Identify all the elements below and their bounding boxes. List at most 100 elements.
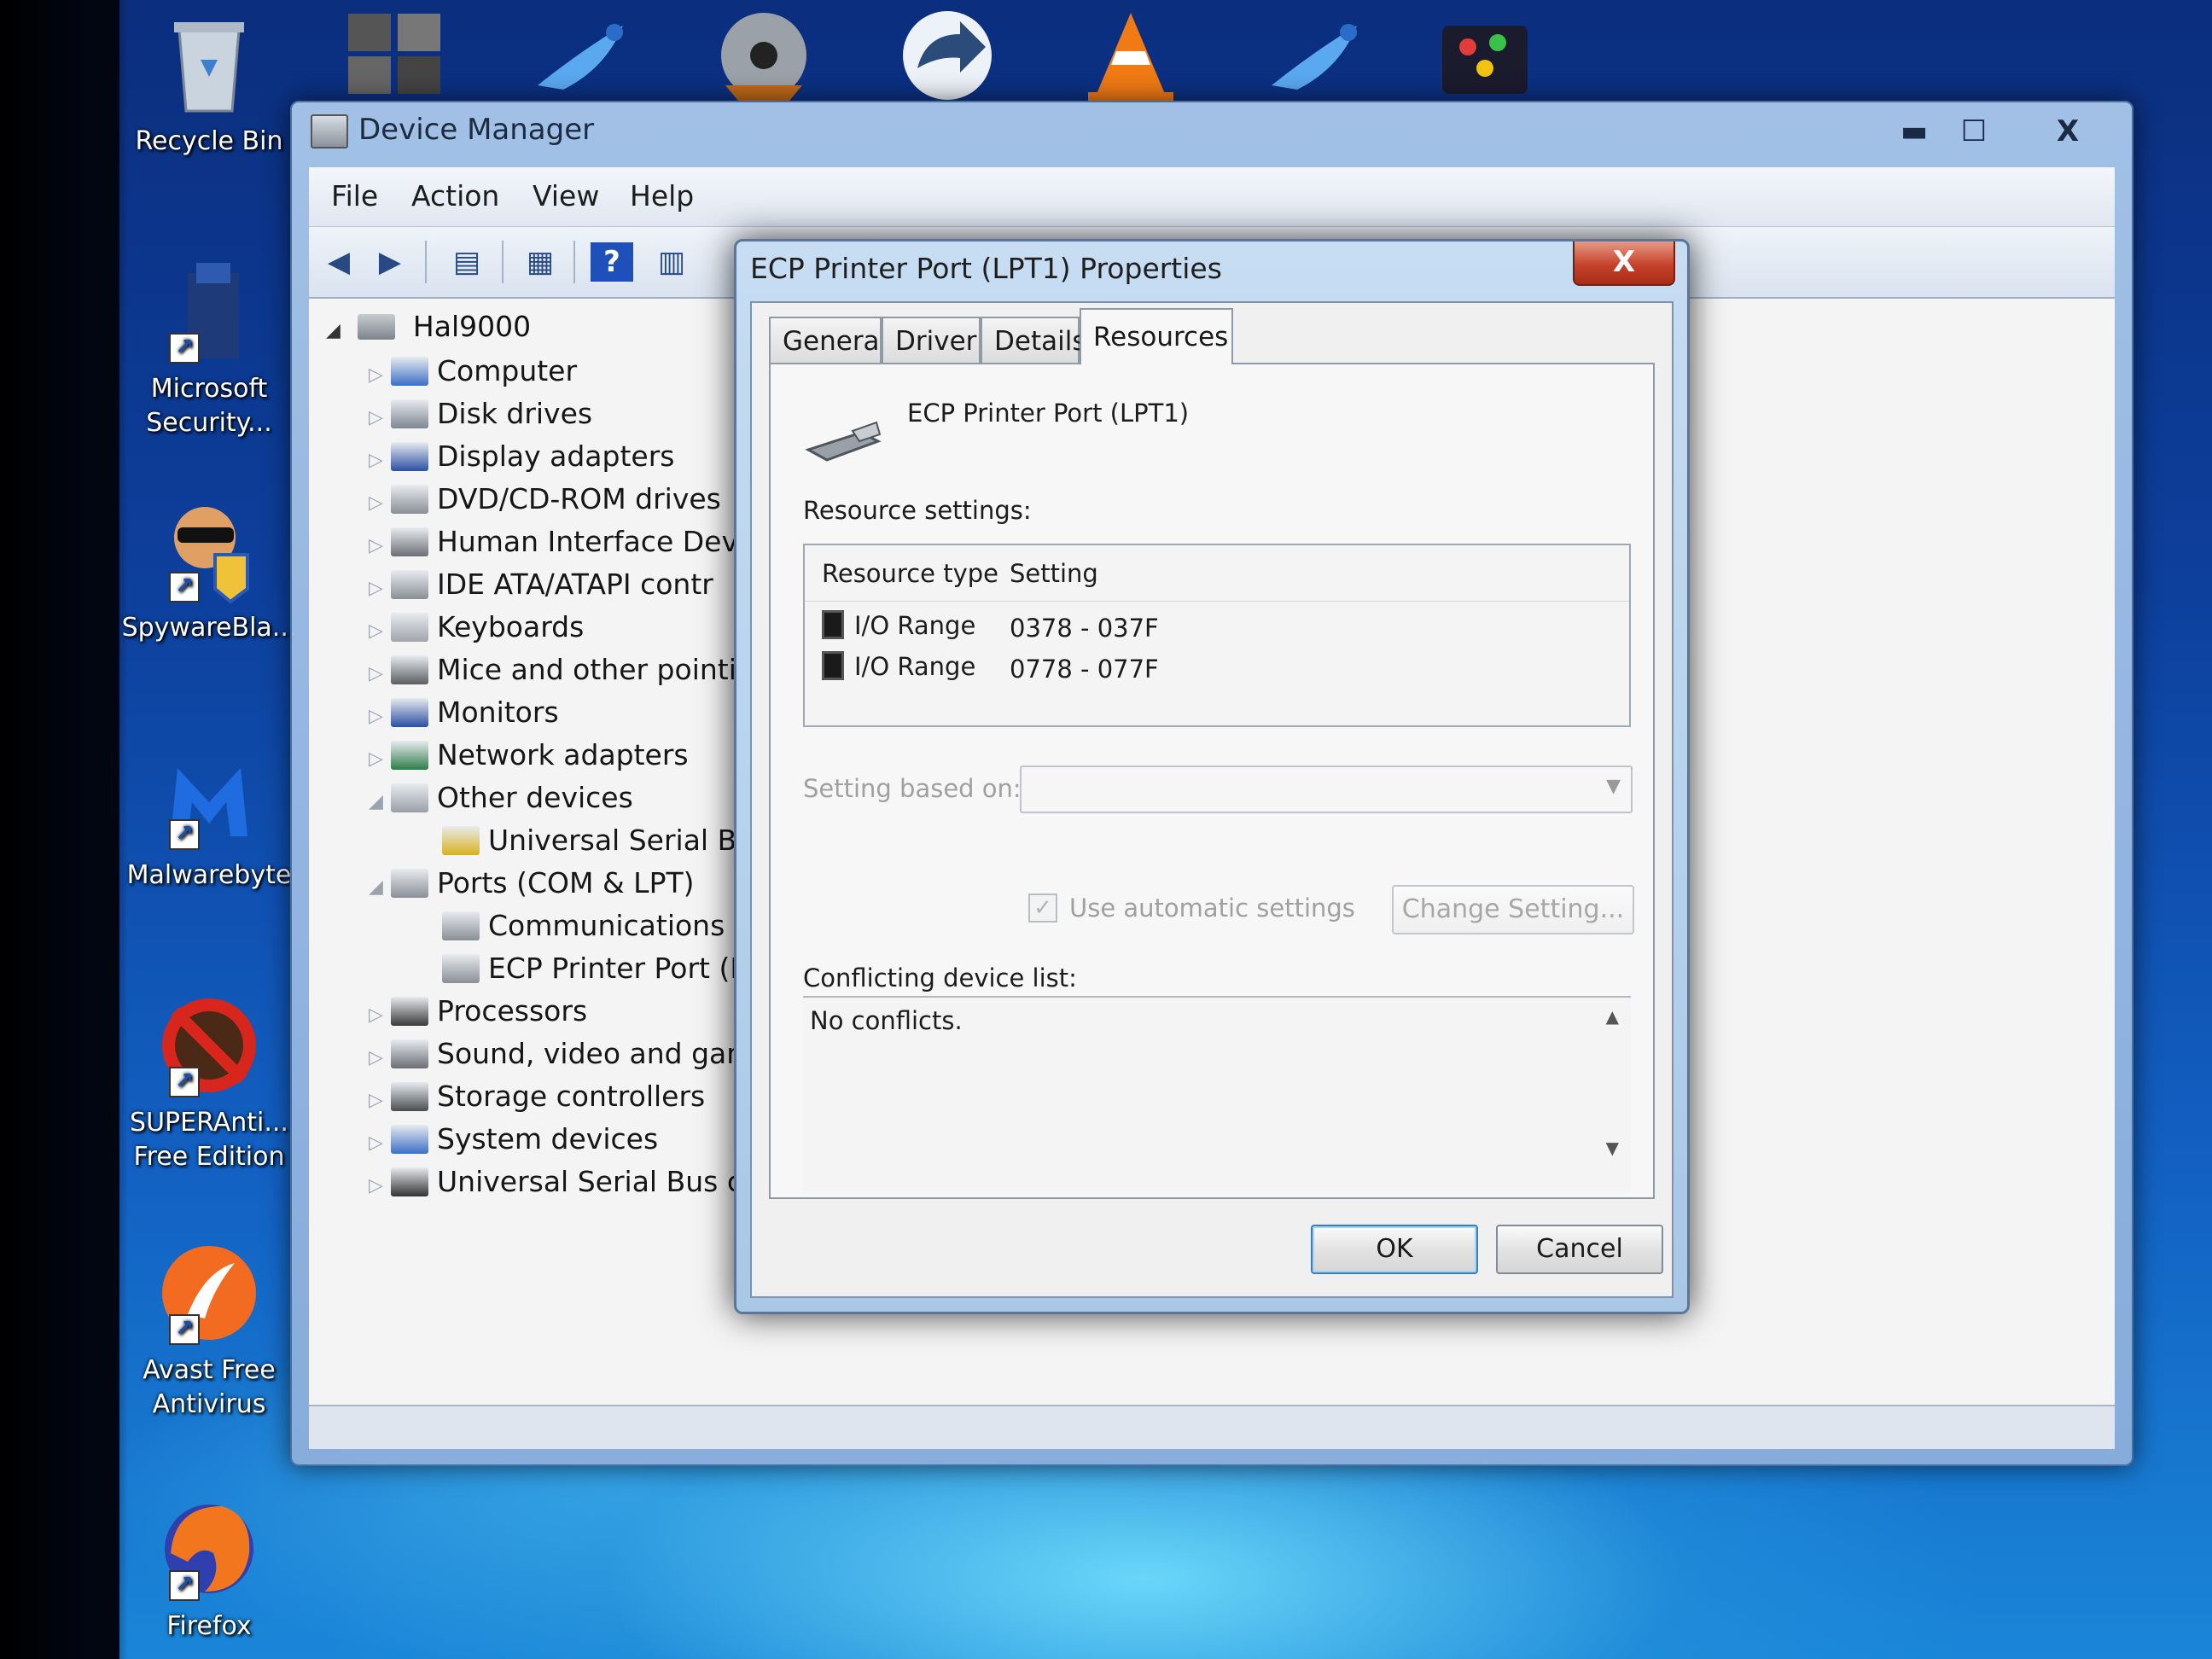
firefox-label: Firefox bbox=[166, 1611, 252, 1641]
tree-item[interactable]: ▷ Processors bbox=[369, 990, 587, 1033]
tab-general[interactable]: General bbox=[769, 317, 887, 363]
expand-icon[interactable]: ▷ bbox=[369, 1122, 391, 1165]
tree-item[interactable]: ▷ Computer bbox=[369, 350, 577, 393]
expand-icon[interactable]: ▷ bbox=[369, 610, 391, 653]
change-setting-button[interactable]: Change Setting... bbox=[1392, 885, 1634, 934]
desktop-icon-avast[interactable]: ↗ Avast Free Antivirus bbox=[119, 1237, 299, 1422]
toolbar-separator bbox=[573, 241, 575, 283]
resource-settings-list[interactable]: Resource type Setting I/O Range 0378 - 0… bbox=[803, 544, 1631, 727]
expand-icon[interactable]: ▷ bbox=[369, 1080, 391, 1122]
tree-item[interactable]: ▷ Disk drives bbox=[369, 393, 592, 435]
action-pane-icon[interactable]: ▥ bbox=[650, 242, 693, 282]
expand-icon[interactable]: ▷ bbox=[369, 738, 391, 781]
close-button[interactable]: X bbox=[2038, 113, 2098, 150]
resource-row[interactable]: I/O Range bbox=[822, 610, 975, 640]
expand-icon[interactable]: ▷ bbox=[369, 994, 391, 1037]
tree-item-label: Human Interface Devi bbox=[437, 525, 747, 558]
desktop-icon-firefox[interactable]: ↗ Firefox bbox=[119, 1493, 299, 1644]
tree-item-label: Keyboards bbox=[437, 610, 585, 643]
toolbar-separator bbox=[502, 241, 504, 283]
desktop-icon-microsoft-security[interactable]: ↗ Microsoft Security... bbox=[119, 256, 299, 440]
tree-item[interactable]: ▷ DVD/CD-ROM drives bbox=[369, 478, 721, 521]
tree-item[interactable]: ▷ Display adapters bbox=[369, 435, 674, 478]
tree-item[interactable]: ◢ Other devices bbox=[369, 777, 633, 819]
menu-action[interactable]: Action bbox=[411, 179, 499, 212]
shortcut-arrow-icon: ↗ bbox=[169, 572, 200, 602]
menu-help[interactable]: Help bbox=[630, 179, 694, 212]
computer-icon bbox=[391, 357, 428, 386]
display-adapter-icon bbox=[391, 442, 428, 471]
expand-icon[interactable]: ▷ bbox=[369, 439, 391, 482]
recycle-bin-label: Recycle Bin bbox=[135, 126, 283, 156]
shortcut-arrow-icon: ↗ bbox=[169, 819, 200, 850]
scroll-down-icon[interactable]: ▼ bbox=[1606, 1138, 1619, 1158]
tree-item-label: DVD/CD-ROM drives bbox=[437, 482, 721, 515]
tree-item[interactable]: ▷ IDE ATA/ATAPI contr bbox=[369, 563, 713, 606]
tree-item[interactable]: ▷ Monitors bbox=[369, 691, 559, 734]
tree-item[interactable]: ▷ Keyboards bbox=[369, 606, 584, 649]
setting-based-on-select[interactable]: ▼ bbox=[1020, 765, 1633, 813]
expand-icon[interactable]: ▷ bbox=[369, 482, 391, 525]
expand-icon[interactable]: ▷ bbox=[369, 696, 391, 738]
shortcut-arrow-icon: ↗ bbox=[169, 1314, 200, 1345]
collapse-icon[interactable]: ◢ bbox=[369, 781, 391, 824]
tree-item[interactable]: Communications bbox=[420, 905, 725, 947]
collapse-icon[interactable]: ◢ bbox=[369, 866, 391, 909]
desktop-icon-malwarebytes[interactable]: ↗ Malwarebyte bbox=[119, 742, 299, 893]
expand-icon[interactable]: ▷ bbox=[369, 354, 391, 397]
minimize-button[interactable]: ▬ bbox=[1884, 113, 1944, 150]
tree-item[interactable]: Universal Serial Bu bbox=[420, 819, 754, 862]
expand-icon[interactable]: ▷ bbox=[369, 653, 391, 696]
superantispyware-icon: ↗ bbox=[154, 990, 265, 1101]
menu-view[interactable]: View bbox=[533, 179, 599, 212]
resource-row[interactable]: I/O Range bbox=[822, 651, 975, 681]
malwarebytes-icon: ↗ bbox=[154, 742, 265, 853]
tab-details[interactable]: Details bbox=[981, 317, 1086, 363]
expand-icon[interactable]: ▷ bbox=[369, 1165, 391, 1208]
desktop-icon-recycle-bin[interactable]: Recycle Bin bbox=[119, 9, 299, 159]
back-arrow-icon[interactable]: ◀ bbox=[317, 242, 360, 282]
dialog-content: General Driver Details Resources ECP Pri… bbox=[750, 301, 1674, 1298]
menu-file[interactable]: File bbox=[331, 179, 378, 212]
conflicting-device-list[interactable]: No conflicts. ▲ ▼ bbox=[803, 996, 1631, 1192]
cancel-button[interactable]: Cancel bbox=[1496, 1225, 1663, 1274]
tree-item[interactable]: ▷ Universal Serial Bus cc bbox=[369, 1161, 758, 1203]
column-setting[interactable]: Setting bbox=[1010, 559, 1098, 588]
tab-driver[interactable]: Driver bbox=[882, 317, 981, 363]
expand-icon[interactable]: ▷ bbox=[369, 1037, 391, 1080]
help-icon[interactable]: ? bbox=[591, 242, 633, 282]
forward-arrow-icon[interactable]: ▶ bbox=[369, 242, 411, 282]
tree-item[interactable]: ECP Printer Port (L bbox=[420, 947, 746, 990]
show-hide-tree-icon[interactable]: ▤ bbox=[445, 242, 488, 282]
tree-item[interactable]: ◢ Ports (COM & LPT) bbox=[369, 862, 695, 905]
dvd-drive-icon bbox=[391, 485, 428, 514]
tree-item[interactable]: ▷ Human Interface Devi bbox=[369, 521, 746, 563]
tree-item[interactable]: ▷ System devices bbox=[369, 1118, 658, 1161]
desktop-icon-spywareblaster[interactable]: ↗ SpywareBla... bbox=[119, 495, 299, 645]
tree-item[interactable]: ▷ Sound, video and gan bbox=[369, 1033, 744, 1075]
microsoft-security-icon: ↗ bbox=[154, 256, 265, 367]
use-automatic-settings-checkbox[interactable]: ✓ bbox=[1028, 894, 1057, 923]
device-manager-titlebar[interactable]: Device Manager ▬ ☐ X bbox=[292, 102, 2132, 171]
ok-button[interactable]: OK bbox=[1311, 1225, 1478, 1274]
properties-icon[interactable]: ▦ bbox=[519, 242, 562, 282]
tree-item[interactable]: ▷ Storage controllers bbox=[369, 1075, 705, 1118]
mouse-icon bbox=[391, 655, 428, 684]
tree-root[interactable]: ◢ Hal9000 bbox=[326, 307, 531, 346]
shortcut-arrow-icon: ↗ bbox=[169, 1570, 200, 1601]
processor-icon bbox=[391, 997, 428, 1026]
maximize-button[interactable]: ☐ bbox=[1944, 113, 2004, 150]
scroll-up-icon[interactable]: ▲ bbox=[1606, 1006, 1619, 1027]
column-resource-type[interactable]: Resource type bbox=[822, 559, 998, 588]
tree-item-label: Mice and other pointi bbox=[437, 653, 736, 686]
tab-resources[interactable]: Resources bbox=[1080, 308, 1233, 364]
dialog-close-button[interactable]: X bbox=[1573, 242, 1675, 286]
expand-icon[interactable]: ▷ bbox=[369, 568, 391, 610]
tree-item-label: Sound, video and gan bbox=[437, 1037, 745, 1070]
tree-item[interactable]: ▷ Network adapters bbox=[369, 734, 689, 777]
toolbar-separator bbox=[425, 241, 427, 283]
expand-icon[interactable]: ▷ bbox=[369, 525, 391, 568]
expand-icon[interactable]: ▷ bbox=[369, 397, 391, 439]
tree-item[interactable]: ▷ Mice and other pointi bbox=[369, 649, 736, 691]
desktop-icon-superantispyware[interactable]: ↗ SUPERAnti... Free Edition bbox=[119, 990, 299, 1174]
